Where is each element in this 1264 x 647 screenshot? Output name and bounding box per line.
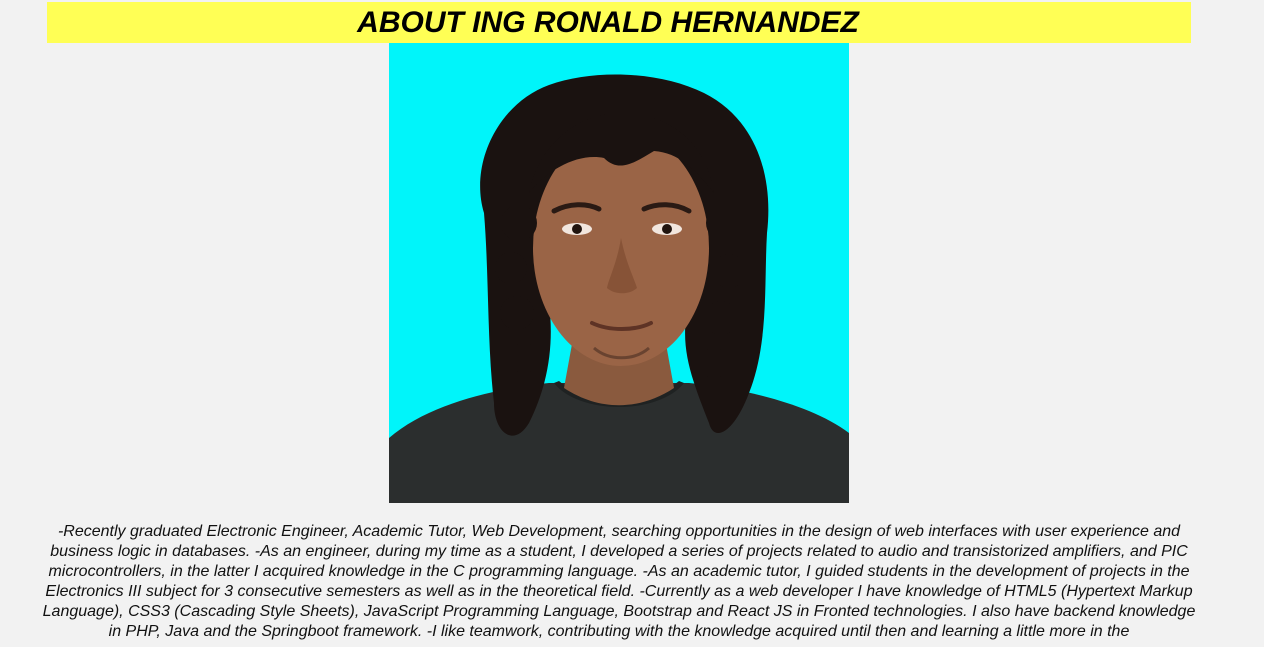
about-page: ABOUT ING RONALD HERNANDEZ -Recently gra… [0,0,1264,647]
profile-photo [389,43,849,503]
title-banner: ABOUT ING RONALD HERNANDEZ [47,2,1191,43]
page-title: ABOUT ING RONALD HERNANDEZ [357,5,859,39]
bio-paragraph: -Recently graduated Electronic Engineer,… [42,523,1196,640]
portrait-photo-icon [389,43,849,503]
